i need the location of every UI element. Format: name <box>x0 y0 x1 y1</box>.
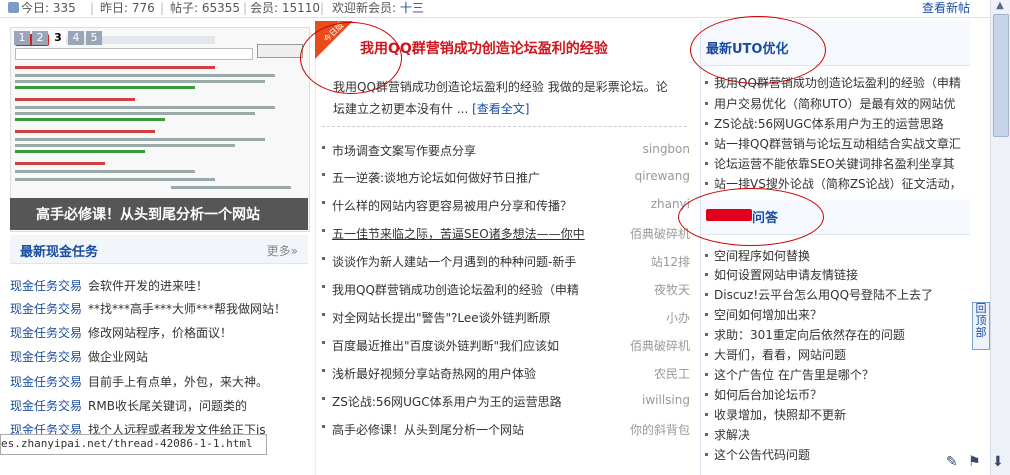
topic-row[interactable]: 什么样的网站内容更容易被用户分享和传播？ zhanyi <box>322 197 690 217</box>
qa-item[interactable]: 空间如何增加出来？ <box>705 306 965 323</box>
down-arrow-icon[interactable]: ⬇ <box>992 454 1004 470</box>
divider <box>322 126 687 127</box>
cash-tasks-header: 最新现金任务 更多» <box>10 235 308 264</box>
yesterday-stat: 昨日: 776 <box>100 1 155 15</box>
slideshow-caption[interactable]: 高手必修课！从头到尾分析一个网站 <box>10 198 308 230</box>
topic-row[interactable]: 五一佳节来临之际，苦逼SEO诸多想法——你中 佰典破碎机 <box>322 225 690 245</box>
qa-item[interactable]: 求助：301重定向后依然存在的问题 <box>705 326 965 343</box>
chart-icon <box>8 2 19 13</box>
topic-row[interactable]: 对全网站长提出"警告"?Lee谈外链判断原 小办 <box>322 309 690 329</box>
posts-stat: 帖子: 65355 <box>170 1 241 15</box>
topic-row[interactable]: 五一逆袭:谈地方论坛如何做好节日推广 qirewang <box>322 169 690 189</box>
mini-search-box <box>15 48 253 60</box>
annotation-ellipse <box>678 188 824 246</box>
cash-task-item[interactable]: 现金任务交易 会软件开发的进来哇！ <box>10 277 208 294</box>
cash-task-item[interactable]: 现金任务交易 RMB收长尾关键词，问题类的 <box>10 397 247 414</box>
new-member-link[interactable]: 十三 <box>400 1 424 15</box>
qa-item[interactable]: 收录增加，快照却不更新 <box>705 406 965 423</box>
qa-item[interactable]: 空间程序如何替换 <box>705 247 965 264</box>
slide-page-1[interactable]: 1 <box>14 31 30 45</box>
uto-item[interactable]: 用户交易优化（简称UTO）是最有效的网站优 <box>705 95 965 112</box>
cash-task-item[interactable]: 现金任务交易 **找***高手***大师***帮我做网站！ <box>10 300 286 317</box>
site-stats-bar: 今日: 335 | 昨日: 776 | 帖子: 65355 | 会员: 1511… <box>0 0 990 18</box>
slide-page-3[interactable]: 3 <box>50 31 66 45</box>
qa-item[interactable]: 如何后台加论坛币？ <box>705 386 965 403</box>
annotation-ellipse <box>690 16 826 84</box>
cash-task-item[interactable]: 现金任务交易 修改网站程序，价格面议！ <box>10 324 232 341</box>
annotation-ellipse <box>300 22 402 94</box>
today-stat: 今日: 335 <box>8 0 76 17</box>
view-new-posts-link[interactable]: 查看新帖 <box>922 0 970 17</box>
mini-search-button <box>257 44 303 58</box>
qa-item[interactable]: 大哥们，看看，网站问题 <box>705 346 965 363</box>
topic-row[interactable]: 市场调查文案写作要点分享 singbon <box>322 142 690 162</box>
pen-icon[interactable]: ✎ <box>946 454 958 470</box>
slide-page-4[interactable]: 4 <box>68 31 84 45</box>
flag-icon[interactable]: ⚑ <box>968 454 981 470</box>
topic-row[interactable]: 百度最近推出"百度谈外链判断"我们应该如 佰典破碎机 <box>322 337 690 357</box>
tray-icons: ✎ ⚑ ⬇ <box>940 452 1010 474</box>
slide-page-5[interactable]: 5 <box>86 31 102 45</box>
topic-row[interactable]: ZS论战:56网UGC体系用户为王的运营思路 iwillsing <box>322 393 690 413</box>
welcome-new-member: 欢迎新会员: 十三 <box>332 1 424 15</box>
topic-row[interactable]: 浅析最好视频分享站奇热网的用户体验 农民工 <box>322 365 690 385</box>
qa-item[interactable]: 求解决 <box>705 426 965 443</box>
qa-item[interactable]: 这个公告代码问题 <box>705 446 965 463</box>
topic-row[interactable]: 高手必修课！从头到尾分析一个网站 你的斜背包 <box>322 421 690 441</box>
qa-item[interactable]: 这个广告位 在广告里是哪个？ <box>705 366 965 383</box>
cash-task-item[interactable]: 现金任务交易 目前手上有点单，外包，来大神。 <box>10 373 268 390</box>
members-stat: 会员: 15110 <box>250 1 321 15</box>
cash-tasks-more-link[interactable]: 更多» <box>267 242 298 259</box>
cash-tasks-title: 最新现金任务 <box>20 245 99 260</box>
scrollbar-thumb[interactable] <box>993 14 1009 137</box>
read-full-link[interactable]: [查看全文] <box>472 102 529 116</box>
scroll-up-arrow-icon[interactable]: ▲ <box>993 0 1007 14</box>
uto-item[interactable]: ZS论战:56网UGC体系用户为王的运营思路 <box>705 115 965 132</box>
back-to-top-button[interactable]: 回顶部 <box>972 302 990 350</box>
cash-task-item[interactable]: 现金任务交易 做企业网站 <box>10 348 148 365</box>
slideshow-pager: 12345 <box>14 30 104 45</box>
uto-item[interactable]: 站一排QQ群营销与论坛互动相结合实战文章汇 <box>705 135 965 152</box>
qa-item[interactable]: 如何设置网站申请友情链接 <box>705 266 965 283</box>
uto-item[interactable]: 论坛运营不能依靠SEO关键词排名盈利坐享其 <box>705 155 965 172</box>
slide-page-2[interactable]: 2 <box>32 31 48 45</box>
topic-row[interactable]: 谈谈作为新人建站一个月遇到的种种问题-新手 站12排 <box>322 253 690 273</box>
topic-row[interactable]: 我用QQ群营销成功创造论坛盈利的经验（申精 夜牧天 <box>322 281 690 301</box>
qa-item[interactable]: Discuz!云平台怎么用QQ号登陆不上去了 <box>705 286 965 303</box>
browser-status-url: es.zhanyipai.net/thread-42086-1-1.html <box>0 434 267 455</box>
